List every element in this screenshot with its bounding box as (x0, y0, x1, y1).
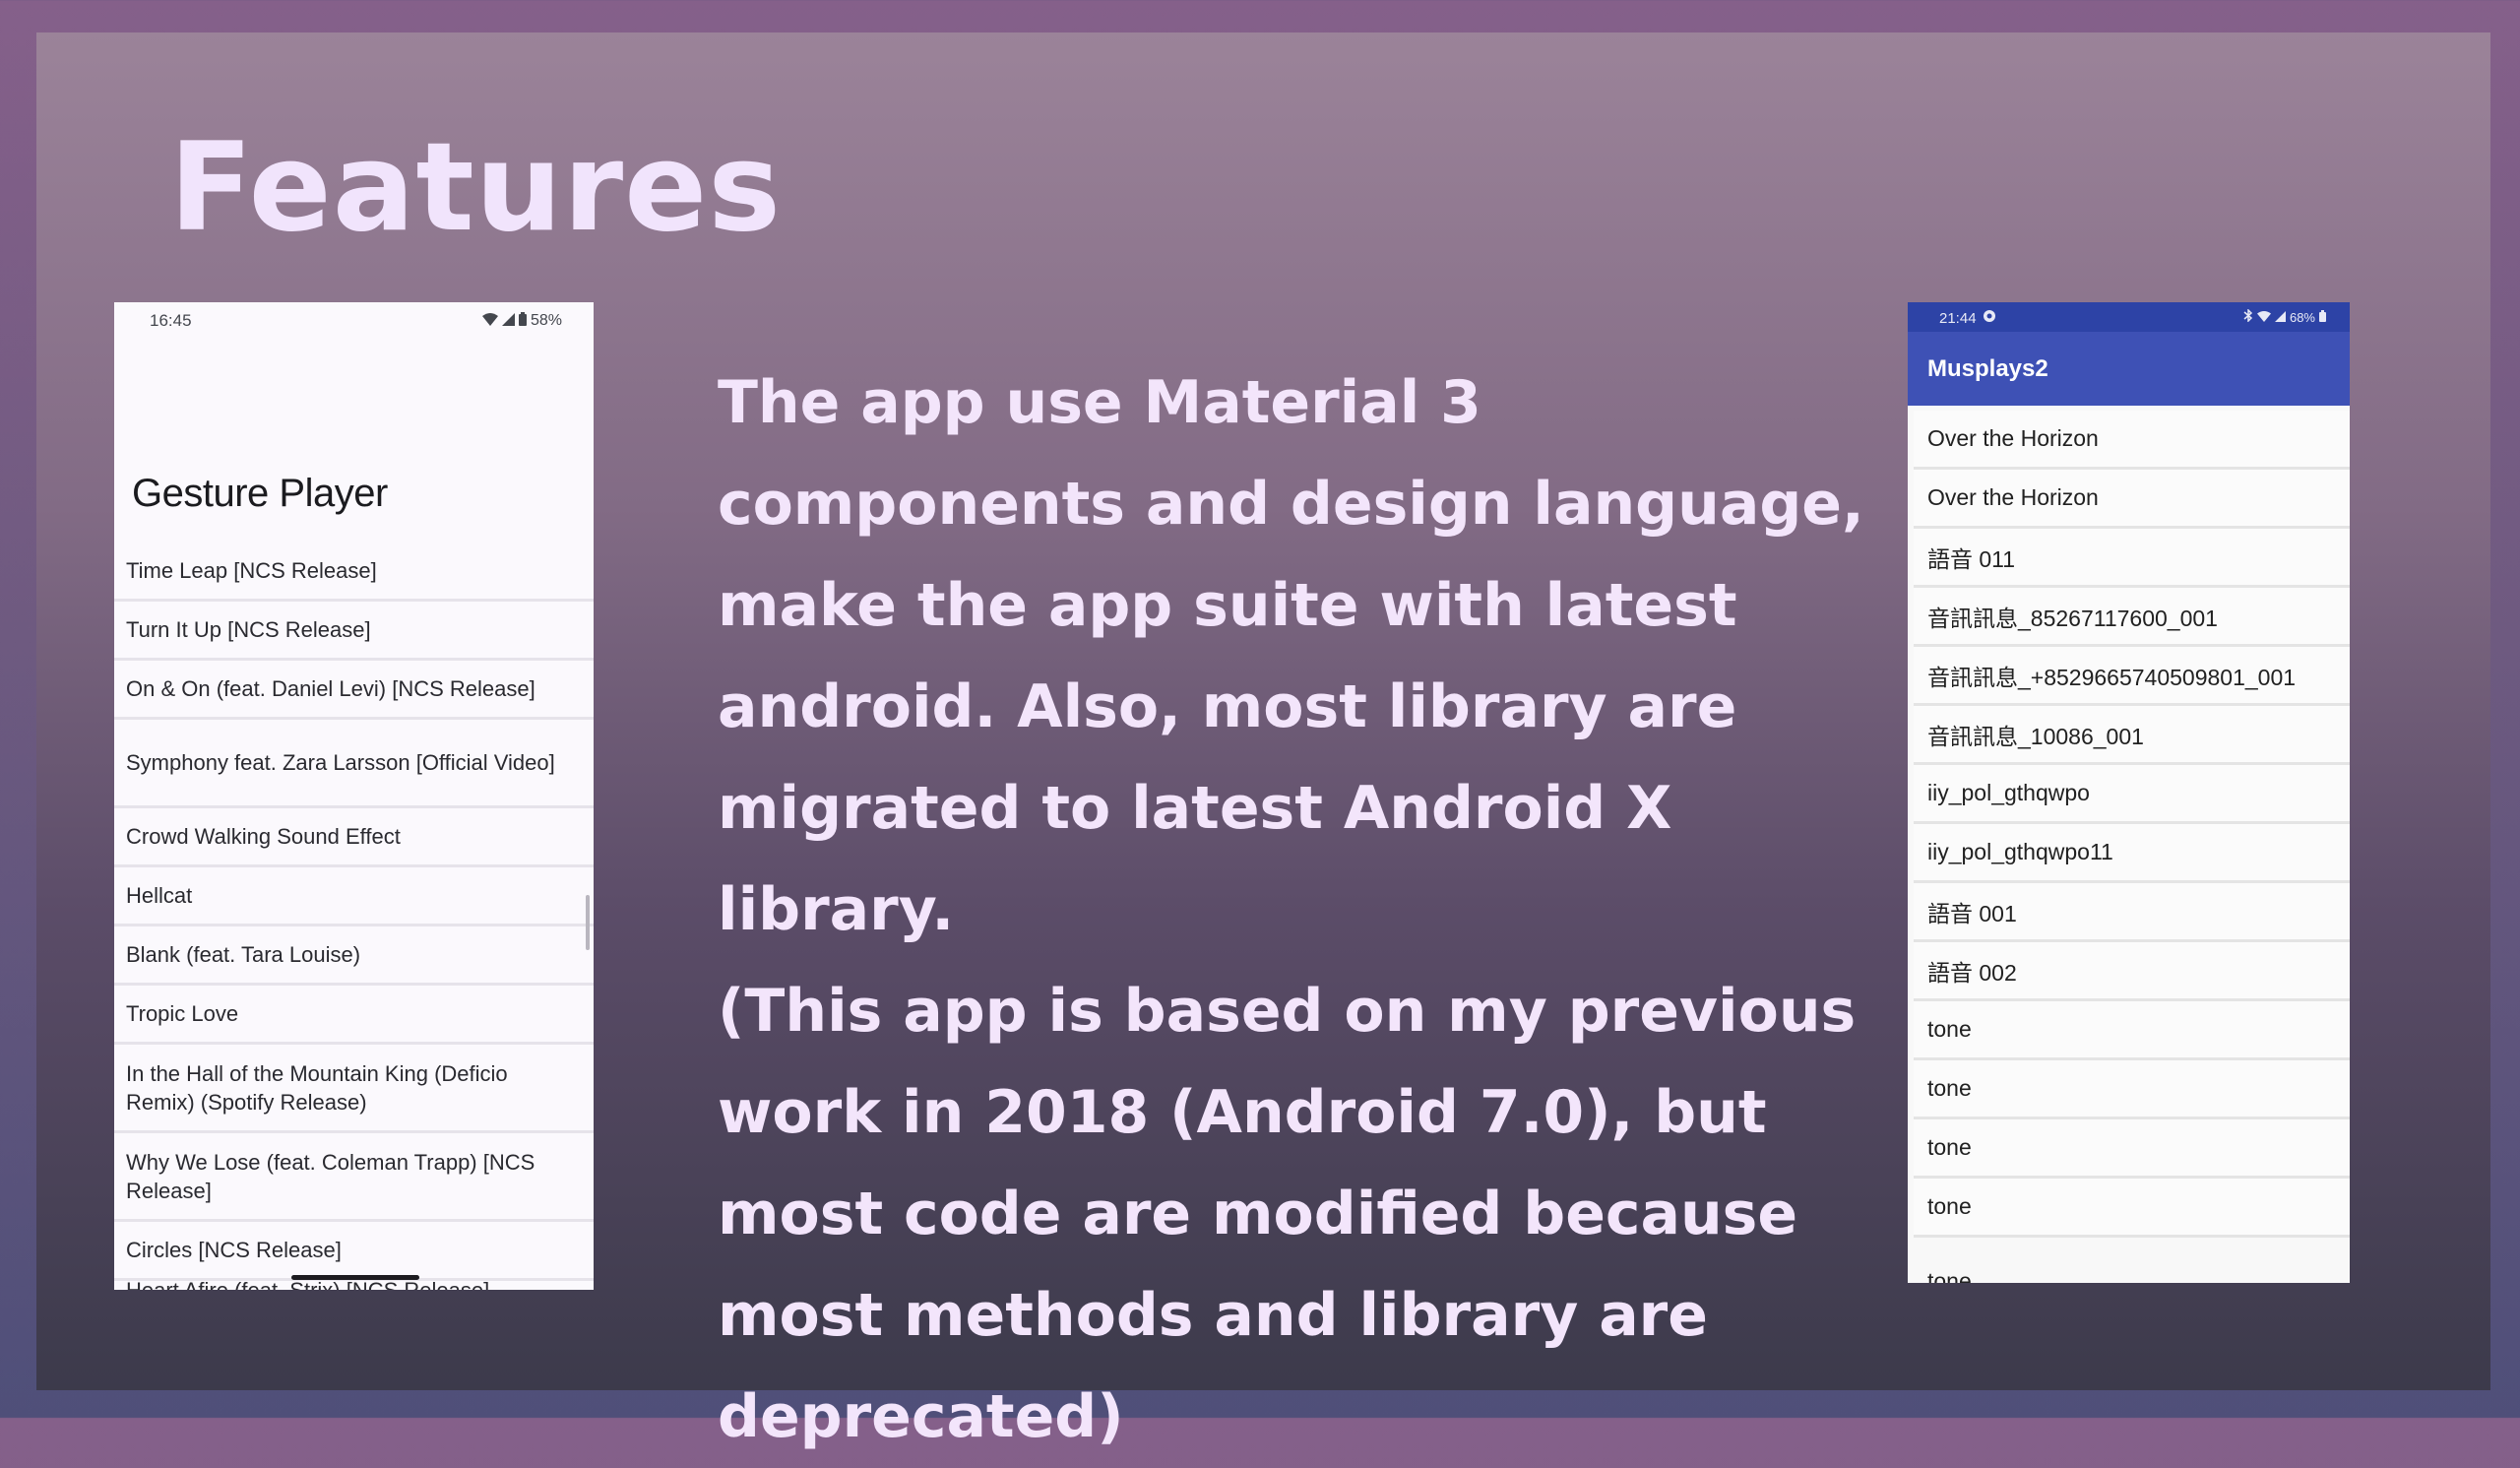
status-icons: 68% (2243, 308, 2326, 325)
scrollbar[interactable] (586, 895, 590, 950)
list-item[interactable]: tone (1914, 1179, 2350, 1238)
list-item[interactable]: 語音 002 (1914, 942, 2350, 1001)
signal-icon (501, 311, 515, 331)
battery-percent: 68% (2289, 309, 2315, 325)
status-icons: 58% (481, 311, 562, 331)
battery-icon (518, 311, 527, 331)
list-item[interactable]: 語音 001 (1914, 883, 2350, 942)
body-paragraph-1: The app use Material 3 components and de… (718, 368, 1864, 944)
list-item[interactable]: Hellcat (114, 867, 594, 926)
app-bar: Musplays2 (1908, 332, 2350, 406)
status-bar: 21:44 68% (1908, 302, 2350, 332)
list-item-partial[interactable]: tone (1927, 1268, 1972, 1283)
musplays2-screenshot: 21:44 68% Musplays2 Over the Horizon Ove… (1908, 302, 2350, 1283)
app-title: Gesture Player (132, 472, 388, 515)
app-title: Musplays2 (1927, 355, 2048, 382)
list-item[interactable]: In the Hall of the Mountain King (Defici… (114, 1045, 594, 1133)
wifi-icon (481, 311, 498, 331)
gesture-nav-handle[interactable] (291, 1275, 419, 1280)
list-item[interactable]: 語音 011 (1914, 529, 2350, 588)
list-item[interactable]: Tropic Love (114, 986, 594, 1045)
slide-body: The app use Material 3 components and de… (718, 352, 1899, 1468)
wifi-icon (2256, 310, 2271, 325)
list-item[interactable]: Crowd Walking Sound Effect (114, 808, 594, 867)
body-paragraph-2: (This app is based on my previous work i… (718, 977, 1857, 1451)
list-item[interactable]: Time Leap [NCS Release] (114, 543, 594, 602)
battery-percent: 58% (530, 312, 562, 329)
notification-dot-icon (1983, 309, 1996, 327)
status-time-group: 21:44 (1939, 309, 1996, 327)
list-item[interactable]: 音訊訊息_85267117600_001 (1914, 588, 2350, 647)
list-item[interactable]: Symphony feat. Zara Larsson [Official Vi… (114, 720, 594, 808)
list-item[interactable]: Over the Horizon (1914, 470, 2350, 529)
bluetooth-icon (2243, 308, 2253, 325)
list-item[interactable]: Turn It Up [NCS Release] (114, 602, 594, 661)
signal-icon (2274, 310, 2286, 325)
file-list[interactable]: Over the Horizon Over the Horizon 語音 011… (1914, 411, 2350, 1238)
slide-title: Features (169, 117, 783, 259)
list-item[interactable]: tone (1914, 1119, 2350, 1179)
list-item[interactable]: 音訊訊息_10086_001 (1914, 706, 2350, 765)
battery-icon (2319, 309, 2326, 325)
list-item[interactable]: 音訊訊息_+8529665740509801_001 (1914, 647, 2350, 706)
list-item[interactable]: tone (1914, 1001, 2350, 1060)
status-time: 16:45 (150, 311, 192, 330)
list-item[interactable]: Why We Lose (feat. Coleman Trapp) [NCS R… (114, 1133, 594, 1222)
list-item[interactable]: iiy_pol_gthqwpo (1914, 765, 2350, 824)
list-item[interactable]: Over the Horizon (1914, 411, 2350, 470)
list-item[interactable]: iiy_pol_gthqwpo11 (1914, 824, 2350, 883)
list-item[interactable]: Circles [NCS Release] (114, 1222, 594, 1281)
list-item[interactable]: On & On (feat. Daniel Levi) [NCS Release… (114, 661, 594, 720)
status-time: 21:44 (1939, 309, 1977, 327)
list-item[interactable]: Blank (feat. Tara Louise) (114, 926, 594, 986)
list-item[interactable]: tone (1914, 1060, 2350, 1119)
status-bar: 16:45 58% (114, 302, 594, 338)
gesture-player-screenshot: 16:45 58% Gesture Player Time Leap [NCS … (114, 302, 594, 1290)
song-list[interactable]: Time Leap [NCS Release] Turn It Up [NCS … (114, 543, 594, 1281)
